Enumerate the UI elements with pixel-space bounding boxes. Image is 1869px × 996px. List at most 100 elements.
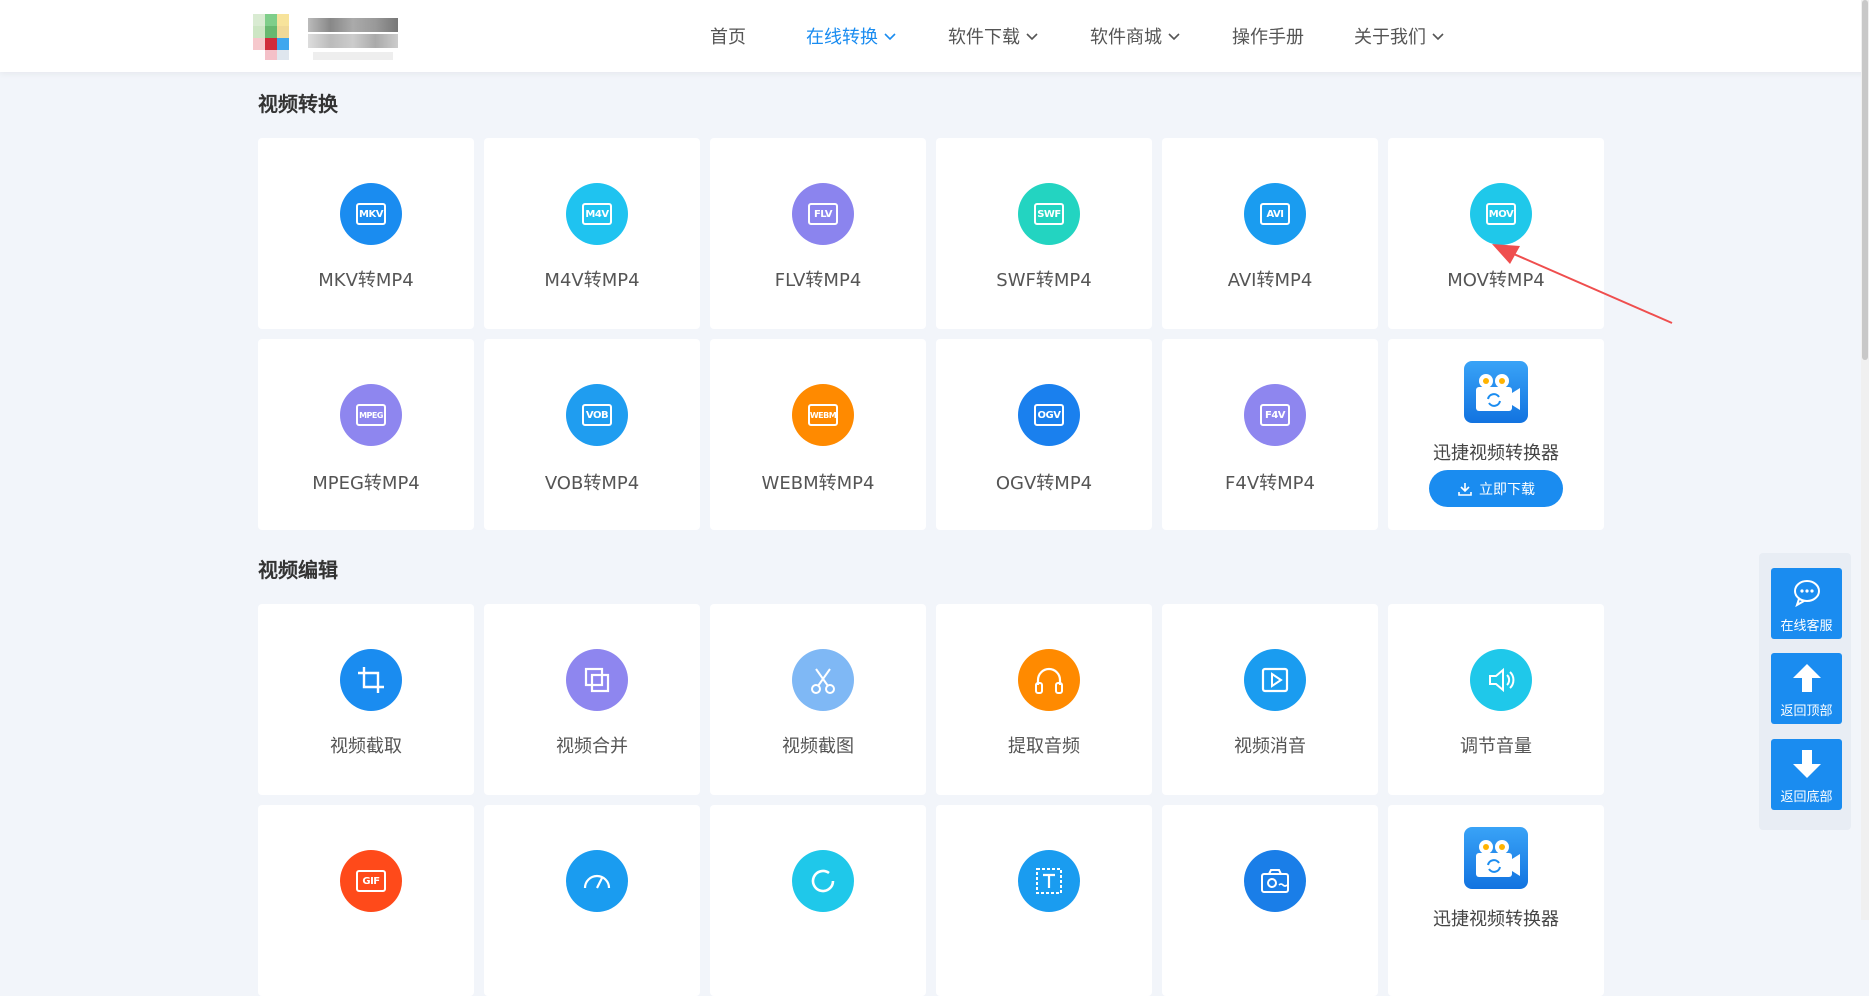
chevron-down-icon: [882, 28, 898, 44]
floating-toolbar: 在线客服 返回顶部 返回底部: [1759, 553, 1851, 830]
avi-format-icon: AVI: [1244, 183, 1306, 245]
edit-card-0[interactable]: 视频截取: [258, 604, 474, 795]
page-scrollbar[interactable]: [1861, 0, 1869, 920]
card-label: MPEG转MP4: [312, 473, 420, 494]
nav-item-label: 操作手册: [1232, 27, 1304, 48]
convert-card-mkv[interactable]: MKV MKV转MP4: [258, 138, 474, 329]
format-badge: VOB: [582, 404, 612, 426]
arrow-up-icon: [1793, 664, 1821, 692]
headphones-icon: [1018, 649, 1080, 711]
chevron-down-icon: [1024, 28, 1040, 44]
edit-card-row2-3[interactable]: [936, 805, 1152, 996]
card-label: F4V转MP4: [1225, 473, 1315, 494]
site-logo[interactable]: [253, 14, 399, 60]
edit-card-row2-2[interactable]: [710, 805, 926, 996]
chat-icon: [1794, 580, 1820, 608]
card-label: 视频合并: [556, 736, 628, 757]
card-label: MOV转MP4: [1447, 270, 1545, 291]
format-badge: SWF: [1034, 203, 1064, 225]
ogv-format-icon: OGV: [1018, 384, 1080, 446]
format-badge: FLV: [808, 203, 838, 225]
download-icon: [1458, 482, 1472, 496]
promo-card-converter[interactable]: 迅捷视频转换器立即下载: [1388, 339, 1604, 530]
card-label: 提取音频: [1008, 736, 1080, 757]
text-icon: [1018, 850, 1080, 912]
edit-card-5[interactable]: 调节音量: [1388, 604, 1604, 795]
swf-format-icon: SWF: [1018, 183, 1080, 245]
card-label: 视频截图: [782, 736, 854, 757]
nav-item-5[interactable]: 关于我们: [1354, 23, 1446, 49]
chevron-down-icon: [1166, 28, 1182, 44]
section-title-video-edit: 视频编辑: [258, 558, 338, 582]
rotate-icon: [792, 850, 854, 912]
format-badge: M4V: [582, 203, 612, 225]
vob-format-icon: VOB: [566, 384, 628, 446]
edit-card-3[interactable]: 提取音频: [936, 604, 1152, 795]
convert-card-f4v[interactable]: F4V F4V转MP4: [1162, 339, 1378, 530]
convert-card-mpeg[interactable]: MPEG MPEG转MP4: [258, 339, 474, 530]
site-header: 首页 在线转换 软件下载 软件商城 操作手册 关于我们: [0, 0, 1869, 72]
convert-card-swf[interactable]: SWF SWF转MP4: [936, 138, 1152, 329]
mpeg-format-icon: MPEG: [340, 384, 402, 446]
download-now-label: 立即下载: [1479, 481, 1535, 498]
nav-item-0[interactable]: 首页: [710, 23, 746, 49]
f4v-format-icon: F4V: [1244, 384, 1306, 446]
promo-card-converter[interactable]: 迅捷视频转换器: [1388, 805, 1604, 996]
nav-item-label: 关于我们: [1354, 27, 1426, 48]
convert-card-flv[interactable]: FLV FLV转MP4: [710, 138, 926, 329]
nav-item-4[interactable]: 操作手册: [1232, 23, 1304, 49]
format-badge: GIF: [356, 870, 386, 892]
mov-format-icon: MOV: [1470, 183, 1532, 245]
nav-item-1[interactable]: 在线转换: [806, 23, 898, 49]
webm-format-icon: WEBM: [792, 384, 854, 446]
card-label: MKV转MP4: [318, 270, 414, 291]
scissors-icon: [792, 649, 854, 711]
edit-card-row2-0[interactable]: GIF: [258, 805, 474, 996]
card-label: 调节音量: [1460, 736, 1532, 757]
chevron-down-icon: [1430, 28, 1446, 44]
back-to-top-label: 返回顶部: [1780, 704, 1833, 719]
arrow-down-icon: [1793, 750, 1821, 778]
volume-icon: [1470, 649, 1532, 711]
card-label: 视频截取: [330, 736, 402, 757]
edit-card-row2-4[interactable]: [1162, 805, 1378, 996]
convert-card-webm[interactable]: WEBM WEBM转MP4: [710, 339, 926, 530]
back-to-top-button[interactable]: 返回顶部: [1771, 653, 1842, 724]
edit-card-row2-1[interactable]: [484, 805, 700, 996]
card-label: AVI转MP4: [1227, 270, 1313, 291]
convert-card-mov[interactable]: MOV MOV转MP4: [1388, 138, 1604, 329]
format-badge: MOV: [1486, 203, 1516, 225]
camera-icon: [1244, 850, 1306, 912]
card-label: OGV转MP4: [995, 473, 1093, 494]
edit-card-2[interactable]: 视频截图: [710, 604, 926, 795]
convert-card-ogv[interactable]: OGV OGV转MP4: [936, 339, 1152, 530]
convert-card-vob[interactable]: VOB VOB转MP4: [484, 339, 700, 530]
card-label: FLV转MP4: [774, 270, 862, 291]
nav-item-label: 软件商城: [1090, 27, 1162, 48]
format-badge: WEBM: [808, 404, 838, 426]
main-nav: 首页 在线转换 软件下载 软件商城 操作手册 关于我们: [710, 0, 1496, 72]
download-now-button[interactable]: 立即下载: [1429, 470, 1563, 507]
online-service-label: 在线客服: [1780, 619, 1833, 634]
edit-card-1[interactable]: 视频合并: [484, 604, 700, 795]
card-label: 视频消音: [1234, 736, 1306, 757]
nav-item-3[interactable]: 软件商城: [1090, 23, 1182, 49]
merge-icon: [566, 649, 628, 711]
convert-card-avi[interactable]: AVI AVI转MP4: [1162, 138, 1378, 329]
scrollbar-thumb[interactable]: [1862, 0, 1868, 360]
edit-card-4[interactable]: 视频消音: [1162, 604, 1378, 795]
card-label: M4V转MP4: [544, 270, 640, 291]
format-badge: MPEG: [356, 404, 386, 426]
convert-card-m4v[interactable]: M4V M4V转MP4: [484, 138, 700, 329]
nav-item-2[interactable]: 软件下载: [948, 23, 1040, 49]
promo-label: 迅捷视频转换器: [1433, 443, 1559, 464]
nav-item-label: 软件下载: [948, 27, 1020, 48]
gif-icon: GIF: [340, 850, 402, 912]
video-converter-app-icon: [1464, 361, 1528, 423]
format-badge: OGV: [1034, 404, 1064, 426]
online-service-button[interactable]: 在线客服: [1771, 568, 1842, 639]
crop-icon: [340, 649, 402, 711]
play-icon: [1244, 649, 1306, 711]
back-to-bottom-button[interactable]: 返回底部: [1771, 739, 1842, 810]
card-label: WEBM转MP4: [761, 473, 875, 494]
